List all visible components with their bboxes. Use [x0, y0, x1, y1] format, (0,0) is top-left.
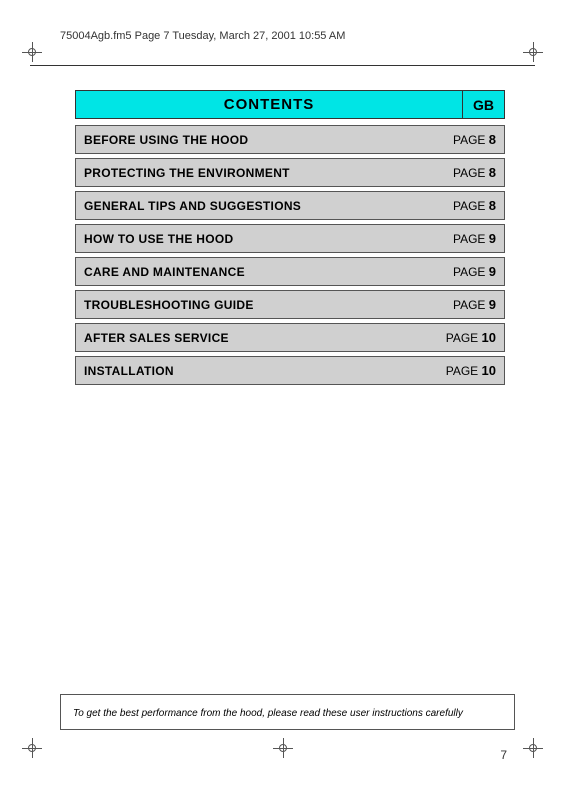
toc-page: PAGE 8 — [434, 159, 504, 186]
toc-label-text: INSTALLATION — [84, 364, 174, 378]
toc-label: GENERAL TIPS AND SUGGESTIONS — [76, 192, 434, 219]
toc-page-text: PAGE 8 — [453, 198, 496, 213]
crosshair-bottom-center — [273, 738, 293, 758]
toc-row: PROTECTING THE ENVIRONMENT PAGE 8 — [75, 158, 505, 187]
toc-label: HOW TO USE THE HOOD — [76, 225, 434, 252]
toc-row: TROUBLESHOOTING GUIDE PAGE 9 — [75, 290, 505, 319]
toc-page: PAGE 9 — [434, 258, 504, 285]
toc-page: PAGE 8 — [434, 192, 504, 219]
crosshair-bottom-left — [22, 738, 42, 758]
toc-page-text: PAGE 8 — [453, 132, 496, 147]
contents-header: CONTENTS GB — [75, 90, 505, 119]
toc-label: TROUBLESHOOTING GUIDE — [76, 291, 434, 318]
toc-page: PAGE 8 — [434, 126, 504, 153]
toc-page-text: PAGE 10 — [446, 330, 496, 345]
top-divider — [30, 65, 535, 66]
toc-label: AFTER SALES SERVICE — [76, 324, 434, 351]
header-filename: 75004Agb.fm5 Page 7 Tuesday, March 27, 2… — [60, 30, 345, 42]
toc-label-text: HOW TO USE THE HOOD — [84, 232, 233, 246]
toc-page: PAGE 10 — [434, 357, 504, 384]
toc-page-text: PAGE 9 — [453, 297, 496, 312]
toc-page: PAGE 10 — [434, 324, 504, 351]
header-bar: 75004Agb.fm5 Page 7 Tuesday, March 27, 2… — [60, 30, 535, 42]
toc-label-text: TROUBLESHOOTING GUIDE — [84, 298, 254, 312]
crosshair-bottom-right — [523, 738, 543, 758]
content-area: CONTENTS GB BEFORE USING THE HOOD PAGE 8… — [75, 90, 505, 389]
bottom-note-text: To get the best performance from the hoo… — [73, 708, 463, 719]
toc-page: PAGE 9 — [434, 225, 504, 252]
page-number: 7 — [500, 748, 507, 762]
toc-label-text: PROTECTING THE ENVIRONMENT — [84, 166, 290, 180]
toc-page-text: PAGE 8 — [453, 165, 496, 180]
contents-gb-cell: GB — [462, 90, 505, 119]
toc-label-text: CARE AND MAINTENANCE — [84, 265, 245, 279]
crosshair-top-left — [22, 42, 42, 62]
contents-gb-label: GB — [473, 97, 494, 113]
toc-label: PROTECTING THE ENVIRONMENT — [76, 159, 434, 186]
toc-label-text: AFTER SALES SERVICE — [84, 331, 229, 345]
toc-label-text: BEFORE USING THE HOOD — [84, 133, 248, 147]
toc-page-text: PAGE 9 — [453, 264, 496, 279]
toc-row: CARE AND MAINTENANCE PAGE 9 — [75, 257, 505, 286]
page: 75004Agb.fm5 Page 7 Tuesday, March 27, 2… — [0, 0, 565, 800]
toc-row: AFTER SALES SERVICE PAGE 10 — [75, 323, 505, 352]
toc-label-text: GENERAL TIPS AND SUGGESTIONS — [84, 199, 301, 213]
toc-label: BEFORE USING THE HOOD — [76, 126, 434, 153]
toc-row: BEFORE USING THE HOOD PAGE 8 — [75, 125, 505, 154]
toc-label: CARE AND MAINTENANCE — [76, 258, 434, 285]
toc-table: BEFORE USING THE HOOD PAGE 8 PROTECTING … — [75, 125, 505, 385]
contents-title: CONTENTS — [224, 96, 315, 113]
toc-page-text: PAGE 9 — [453, 231, 496, 246]
toc-row: INSTALLATION PAGE 10 — [75, 356, 505, 385]
toc-page-text: PAGE 10 — [446, 363, 496, 378]
toc-row: GENERAL TIPS AND SUGGESTIONS PAGE 8 — [75, 191, 505, 220]
toc-row: HOW TO USE THE HOOD PAGE 9 — [75, 224, 505, 253]
crosshair-top-right — [523, 42, 543, 62]
contents-title-cell: CONTENTS — [75, 90, 462, 119]
bottom-note-box: To get the best performance from the hoo… — [60, 694, 515, 730]
toc-label: INSTALLATION — [76, 357, 434, 384]
toc-page: PAGE 9 — [434, 291, 504, 318]
